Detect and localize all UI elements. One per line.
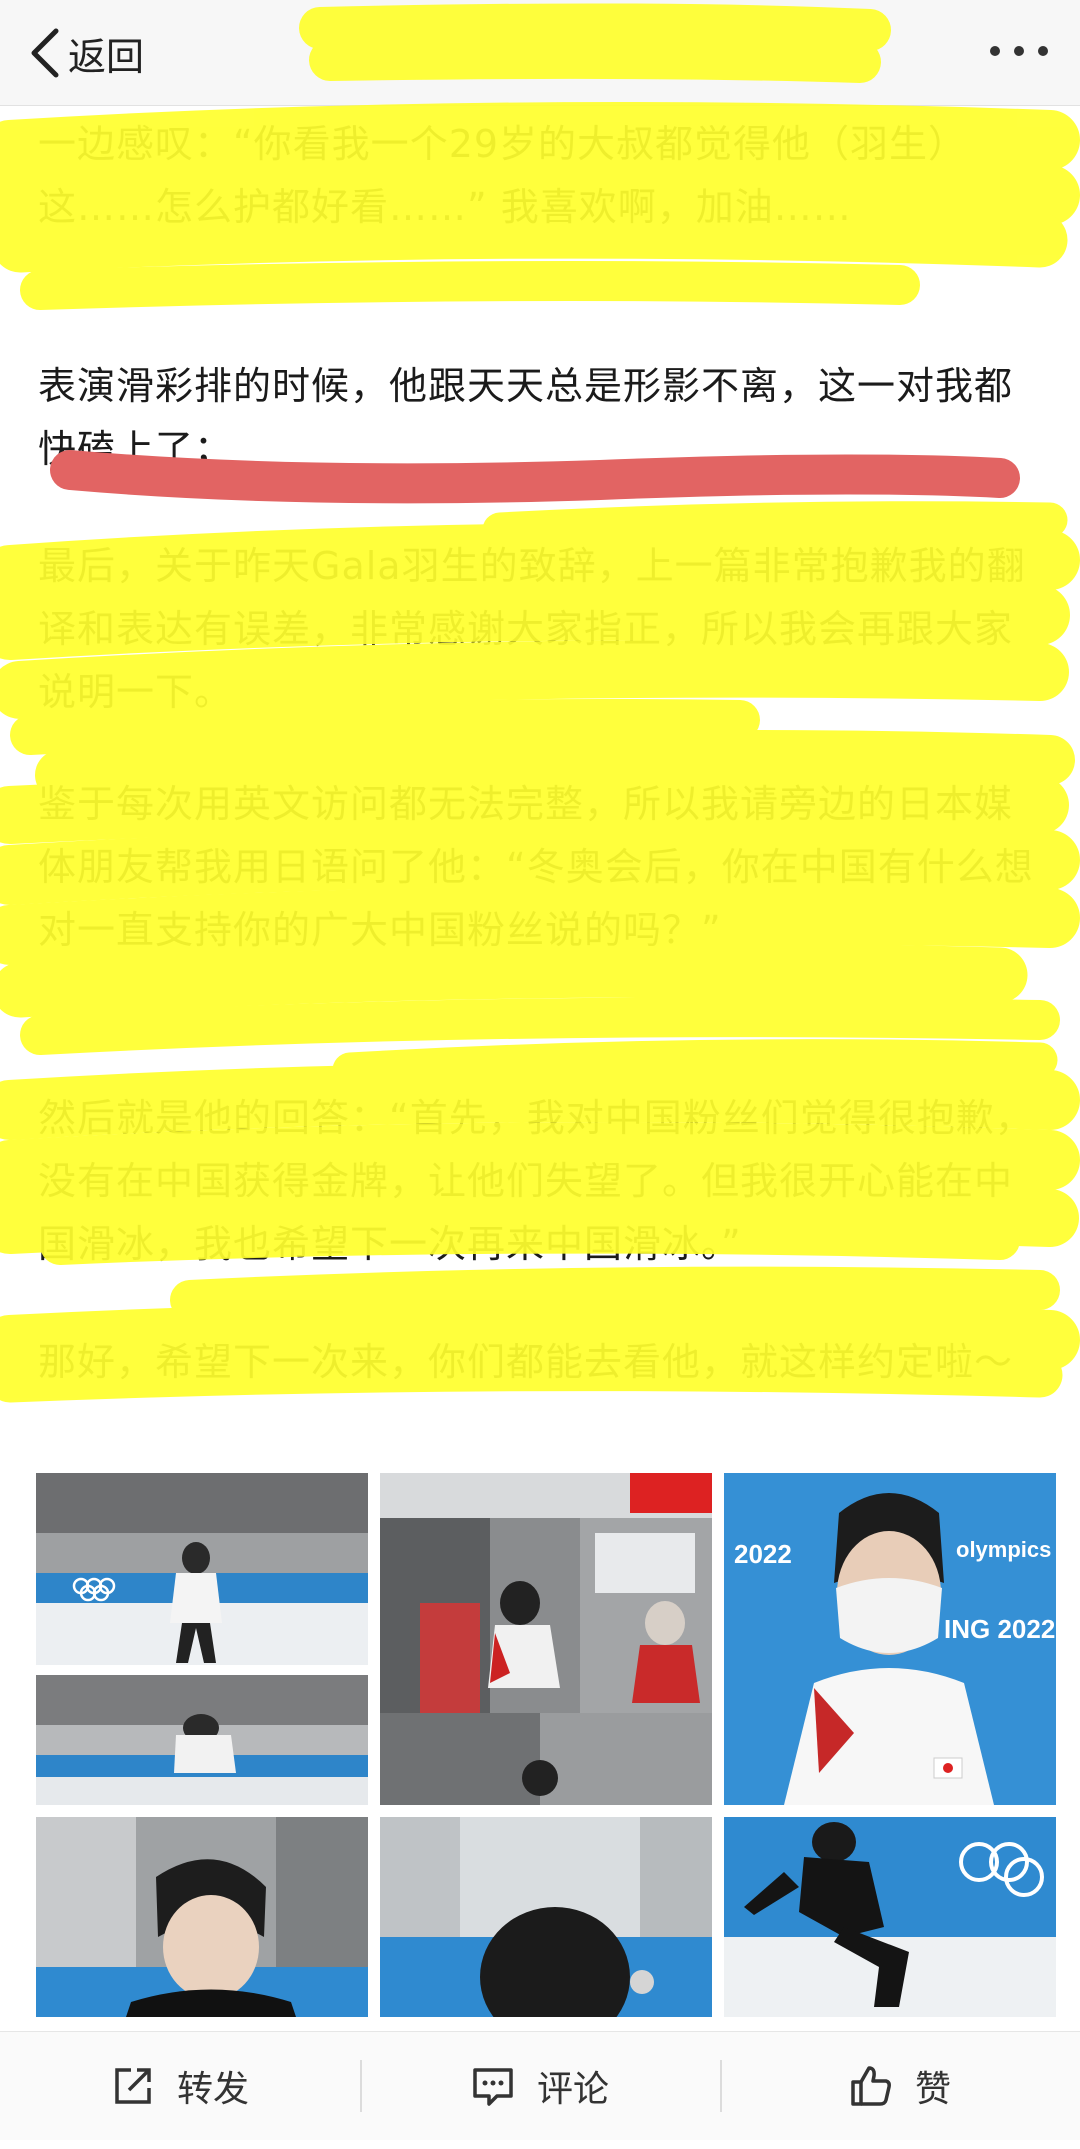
post-paragraph: 鉴于每次用英文访问都无法完整，所以我请旁边的日本媒体朋友帮我用日语问了他：“冬奥… bbox=[38, 782, 1034, 952]
repost-icon bbox=[115, 2068, 151, 2104]
more-dots-icon bbox=[990, 46, 1048, 56]
comment-icon bbox=[473, 2068, 513, 2106]
post-paragraph: 那好，希望下一次来，你们都能去看他，就这样约定啦～ bbox=[38, 1340, 1014, 1384]
top-navigation-bar: 返回 bbox=[0, 0, 1080, 106]
post-paragraph: 最后，关于昨天Gala羽生的致辞，上一篇非常抱歉我的翻译和表达有误差，非常感谢大… bbox=[38, 544, 1026, 714]
like-label: 赞 bbox=[914, 2069, 951, 2110]
photo-grid: olympics 2022 ING 2022 bbox=[36, 1473, 1060, 2047]
back-button[interactable]: 返回 bbox=[28, 18, 144, 88]
like-icon bbox=[851, 2066, 891, 2106]
comment-label: 评论 bbox=[536, 2069, 609, 2110]
photo-hallway-coach[interactable] bbox=[380, 1473, 712, 1805]
back-chevron-icon bbox=[31, 28, 59, 78]
svg-text:ING 2022: ING 2022 bbox=[944, 1614, 1055, 1644]
post-paragraph: 一边感叹：“你看我一个29岁的大叔都觉得他（羽生）这……怎么护都好看……” 我喜… bbox=[38, 122, 968, 229]
more-options-button[interactable] bbox=[984, 26, 1054, 76]
bottom-action-bar: 转发 评论 赞 bbox=[0, 2031, 1080, 2140]
like-button[interactable]: 赞 bbox=[720, 2032, 1080, 2140]
repost-button[interactable]: 转发 bbox=[0, 2032, 360, 2140]
back-label: 返回 bbox=[68, 34, 145, 79]
photo-practice-rink[interactable] bbox=[36, 1473, 368, 1805]
photo-mask-portrait[interactable]: olympics 2022 ING 2022 bbox=[724, 1473, 1056, 1805]
svg-text:olympics: olympics bbox=[956, 1537, 1051, 1562]
post-paragraph: 然后就是他的回答：“首先，我对中国粉丝们觉得很抱歉，没有在中国获得金牌，让他们失… bbox=[38, 1096, 1034, 1266]
post-paragraph: 表演滑彩排的时候，他跟天天总是形影不离，这一对我都快磕上了； bbox=[38, 364, 1014, 471]
svg-text:2022: 2022 bbox=[734, 1539, 792, 1569]
comment-button[interactable]: 评论 bbox=[360, 2032, 720, 2140]
repost-label: 转发 bbox=[176, 2069, 249, 2110]
